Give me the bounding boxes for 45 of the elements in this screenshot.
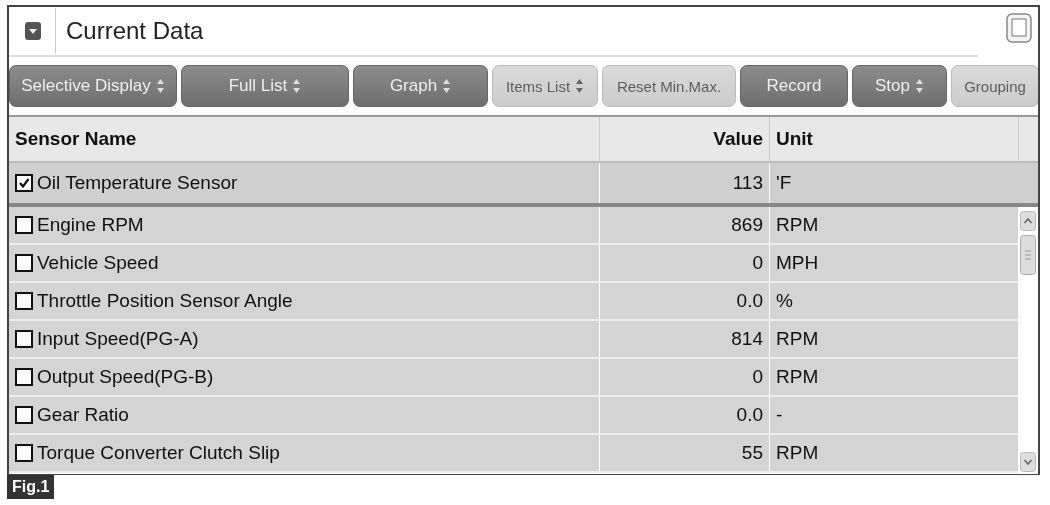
sensor-name: Output Speed(PG-B)	[37, 366, 214, 388]
sensor-name: Engine RPM	[37, 214, 144, 236]
sensor-unit: 'F	[769, 163, 1018, 203]
up-down-arrows-icon	[442, 78, 452, 94]
sensor-name: Torque Converter Clutch Slip	[37, 442, 280, 464]
toolbar-button[interactable]: Selective Display	[9, 65, 177, 107]
checkbox[interactable]	[15, 330, 33, 348]
sensor-value: 869	[599, 207, 769, 243]
sensor-value: 113	[599, 163, 769, 203]
scroll-up-icon[interactable]	[1020, 211, 1036, 231]
column-header: Sensor Name	[14, 127, 138, 151]
toolbar-button[interactable]: Stop	[852, 65, 947, 107]
sensor-name: Oil Temperature Sensor	[37, 172, 238, 194]
scroll-thumb[interactable]	[1020, 235, 1036, 275]
sensor-value: 55	[599, 435, 769, 471]
maximize-icon[interactable]	[1006, 13, 1032, 43]
checkbox[interactable]	[15, 216, 33, 234]
up-down-arrows-icon	[292, 78, 302, 94]
column-header: Value	[599, 117, 769, 161]
toolbar-button[interactable]: Graph	[353, 65, 488, 107]
up-down-arrows-icon	[575, 78, 585, 94]
scroll-down-icon[interactable]	[1020, 452, 1036, 472]
checkbox[interactable]	[15, 254, 33, 272]
sensor-value: 0.0	[599, 397, 769, 433]
column-header: Unit	[769, 117, 1018, 161]
up-down-arrows-icon	[915, 78, 924, 94]
figure-caption: Fig.1	[7, 475, 55, 499]
sensor-value: 0	[599, 245, 769, 281]
sensor-value: 0.0	[599, 283, 769, 319]
toolbar-button[interactable]: Record	[740, 65, 848, 107]
sensor-name: Throttle Position Sensor Angle	[37, 290, 293, 312]
sensor-value: 0	[599, 359, 769, 395]
sensor-value: 814	[599, 321, 769, 357]
checkbox[interactable]	[15, 368, 33, 386]
sensor-name: Vehicle Speed	[37, 252, 159, 274]
up-down-arrows-icon	[155, 78, 165, 94]
sensor-name: Gear Ratio	[37, 404, 129, 426]
panel-title: Current Data	[55, 8, 970, 54]
toolbar-button[interactable]: Full List	[181, 65, 349, 107]
checkbox[interactable]	[15, 292, 33, 310]
checkbox[interactable]	[15, 406, 33, 424]
sensor-name: Input Speed(PG-A)	[37, 328, 199, 350]
checkbox[interactable]	[15, 174, 33, 192]
checkbox[interactable]	[15, 444, 33, 462]
collapse-icon[interactable]	[25, 22, 41, 40]
